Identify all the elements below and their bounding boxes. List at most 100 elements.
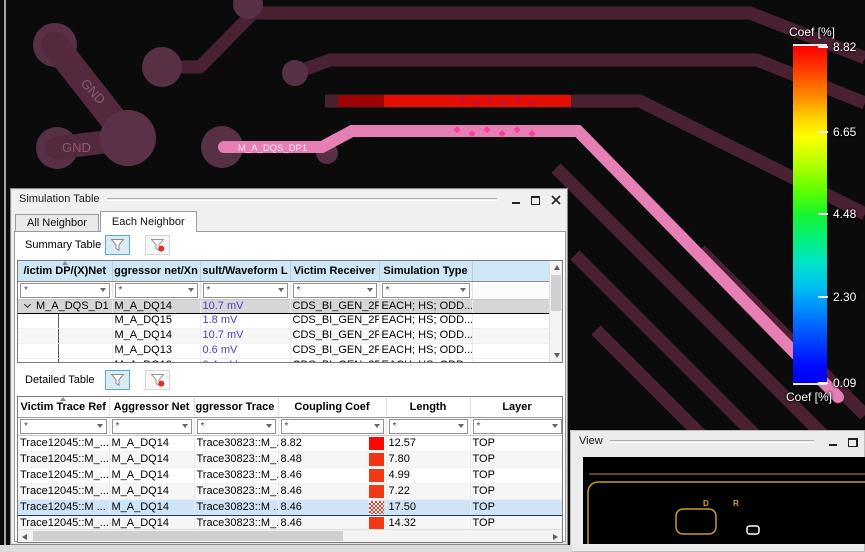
summary-cell-receiver[interactable]: CDS_BI_GEN_2P...: [290, 298, 380, 314]
detailed-cell-layer[interactable]: TOP: [470, 467, 562, 484]
detailed-cell-length[interactable]: 17.50: [386, 498, 471, 516]
detailed-cell-victim-trace[interactable]: Trace12045::M_...: [18, 483, 110, 500]
summary-cell-receiver[interactable]: CDS_BI_GEN_2P...: [290, 328, 380, 344]
detailed-cell-aggressor-trace[interactable]: Trace30823::M ...: [194, 498, 279, 516]
view-panel-titlebar[interactable]: View: [571, 431, 864, 451]
summary-row[interactable]: M_A_DQ151.8 mVCDS_BI_GEN_2P...EACH; HS; …: [18, 313, 552, 329]
column-filter-combobox[interactable]: *: [388, 418, 468, 434]
detailed-cell-layer[interactable]: TOP: [470, 451, 562, 468]
column-filter-combobox[interactable]: *: [381, 282, 470, 298]
maximize-button[interactable]: [527, 192, 544, 207]
summary-row[interactable]: M_A_DQS_D1M_A_DQ1410.7 mVCDS_BI_GEN_2P..…: [18, 298, 552, 314]
scroll-down-button[interactable]: [550, 349, 562, 362]
detailed-cell-layer[interactable]: TOP: [470, 435, 562, 452]
summary-cell-result[interactable]: 10.7 mV: [200, 328, 291, 344]
expand-chevron-icon[interactable]: [23, 300, 32, 308]
detailed-filter-button[interactable]: [105, 370, 130, 390]
summary-row[interactable]: M_A_DQ130.6 mVCDS_BI_GEN_2P...EACH; HS; …: [18, 343, 552, 359]
detailed-cell-length[interactable]: 7.22: [386, 483, 471, 500]
summary-cell-victim[interactable]: [18, 313, 113, 329]
summary-cell-simtype[interactable]: EACH; HS; ODD...: [379, 298, 473, 314]
summary-column-header[interactable]: Simulation Type: [379, 261, 473, 282]
tab-all-neighbor[interactable]: All Neighbor: [15, 214, 99, 232]
summary-cell-simtype[interactable]: EACH; HS; ODD...: [379, 313, 473, 329]
detailed-column-header[interactable]: Layer: [470, 397, 562, 418]
simulation-table-titlebar[interactable]: Simulation Table: [11, 189, 567, 209]
detailed-cell-aggressor-trace[interactable]: Trace30823::M_...: [194, 467, 279, 484]
detailed-cell-aggressor-net[interactable]: M_A_DQ14: [109, 498, 195, 516]
scroll-thumb[interactable]: [33, 531, 343, 541]
detailed-cell-aggressor-net[interactable]: M_A_DQ14: [109, 451, 195, 468]
detailed-cell-coupling-coef[interactable]: 8.46: [278, 498, 387, 516]
summary-clear-filter-button[interactable]: [145, 235, 170, 255]
close-button[interactable]: [547, 192, 564, 207]
scroll-right-button[interactable]: [549, 530, 562, 542]
summary-cell-aggressor[interactable]: M_A_DQ14: [112, 298, 201, 314]
summary-cell-victim[interactable]: [18, 358, 113, 362]
restore-button[interactable]: [844, 434, 861, 449]
tab-each-neighbor[interactable]: Each Neighbor: [99, 211, 197, 232]
summary-cell-receiver[interactable]: CDS_BI_GEN_2P...: [290, 343, 380, 359]
summary-cell-victim[interactable]: [18, 343, 113, 359]
detailed-clear-filter-button[interactable]: [145, 370, 170, 390]
detailed-column-header[interactable]: Aggressor Net: [109, 397, 195, 418]
detailed-row[interactable]: Trace12045::M_... M_A_DQ14 Trace30823::M_.…: [18, 435, 562, 452]
summary-cell-simtype[interactable]: EACH; HS; ODD: [379, 358, 473, 362]
summary-cell-victim[interactable]: [18, 328, 113, 344]
view-canvas[interactable]: D R: [583, 457, 865, 552]
detailed-cell-coupling-coef[interactable]: 8.48: [278, 451, 387, 468]
detailed-cell-coupling-coef[interactable]: 8.82: [278, 435, 387, 452]
detailed-cell-aggressor-trace[interactable]: Trace30823::M_...: [194, 435, 279, 452]
detailed-cell-aggressor-trace[interactable]: Trace30823::M_...: [194, 483, 279, 500]
summary-filter-button[interactable]: [105, 235, 130, 255]
scroll-left-button[interactable]: [18, 530, 31, 542]
summary-column-header[interactable]: /ictim DP/(X)Net: [18, 261, 113, 282]
summary-cell-simtype[interactable]: EACH; HS; ODD...: [379, 328, 473, 344]
detailed-cell-coupling-coef[interactable]: 8.46: [278, 467, 387, 484]
summary-column-header[interactable]: sult/Waveform L: [200, 261, 291, 282]
summary-cell-aggressor[interactable]: M_A_DQ12: [112, 358, 201, 362]
detailed-row[interactable]: Trace12045::M_... M_A_DQ14 Trace30823::M_.…: [18, 483, 562, 500]
minimize-button[interactable]: [824, 434, 841, 449]
scroll-up-button[interactable]: [550, 261, 562, 274]
detailed-column-header[interactable]: Victim Trace Ref: [18, 397, 110, 418]
detailed-cell-length[interactable]: 7.80: [386, 451, 471, 468]
summary-cell-simtype[interactable]: EACH; HS; ODD...: [379, 343, 473, 359]
column-filter-combobox[interactable]: *: [196, 418, 276, 434]
detailed-cell-layer[interactable]: TOP: [470, 483, 562, 500]
detailed-cell-victim-trace[interactable]: Trace12045::M_...: [18, 435, 110, 452]
minimize-button[interactable]: [507, 192, 524, 207]
detailed-cell-length[interactable]: 4.99: [386, 467, 471, 484]
detailed-cell-layer[interactable]: TOP: [470, 498, 562, 516]
column-filter-combobox[interactable]: *: [472, 418, 562, 434]
detailed-cell-aggressor-net[interactable]: M_A_DQ14: [109, 467, 195, 484]
detailed-cell-aggressor-net[interactable]: M_A_DQ14: [109, 435, 195, 452]
summary-cell-aggressor[interactable]: M_A_DQ15: [112, 313, 201, 329]
summary-cell-receiver[interactable]: CDS_BI_GEN_2P...: [290, 313, 380, 329]
column-filter-combobox[interactable]: *: [280, 418, 384, 434]
detailed-row[interactable]: Trace12045::M ... M_A_DQ14 Trace30823::M .…: [18, 498, 562, 516]
column-filter-combobox[interactable]: *: [111, 418, 192, 434]
summary-cell-aggressor[interactable]: M_A_DQ13: [112, 343, 201, 359]
summary-cell-receiver[interactable]: CDS_BI_GEN_2P: [290, 358, 380, 362]
summary-cell-result[interactable]: 1.8 mV: [200, 313, 291, 329]
column-filter-combobox[interactable]: *: [202, 282, 288, 298]
scroll-thumb[interactable]: [551, 275, 561, 311]
detailed-horizontal-scrollbar[interactable]: [18, 529, 562, 542]
detailed-row[interactable]: Trace12045::M_... M_A_DQ14 Trace30823::M_.…: [18, 467, 562, 484]
detailed-cell-victim-trace[interactable]: Trace12045::M_...: [18, 451, 110, 468]
column-filter-combobox[interactable]: *: [20, 282, 110, 298]
detailed-cell-coupling-coef[interactable]: 8.46: [278, 483, 387, 500]
summary-cell-victim[interactable]: M_A_DQS_D1: [18, 298, 113, 314]
summary-cell-result[interactable]: 10.7 mV: [200, 298, 291, 314]
detailed-cell-aggressor-trace[interactable]: Trace30823::M_...: [194, 451, 279, 468]
column-filter-combobox[interactable]: *: [114, 282, 198, 298]
detailed-row[interactable]: Trace12045::M_... M_A_DQ14 Trace30823::M_.…: [18, 451, 562, 468]
column-filter-combobox[interactable]: *: [20, 418, 107, 434]
pcb-trace-red-aggressor[interactable]: [338, 95, 571, 107]
detailed-cell-victim-trace[interactable]: Trace12045::M ...: [18, 498, 110, 516]
summary-cell-result[interactable]: 0.6 mV: [200, 343, 291, 359]
summary-column-header[interactable]: ggressor net/Xn: [112, 261, 201, 282]
summary-row[interactable]: M_A_DQ1410.7 mVCDS_BI_GEN_2P...EACH; HS;…: [18, 328, 552, 344]
detailed-column-header[interactable]: Coupling Coef: [278, 397, 387, 418]
